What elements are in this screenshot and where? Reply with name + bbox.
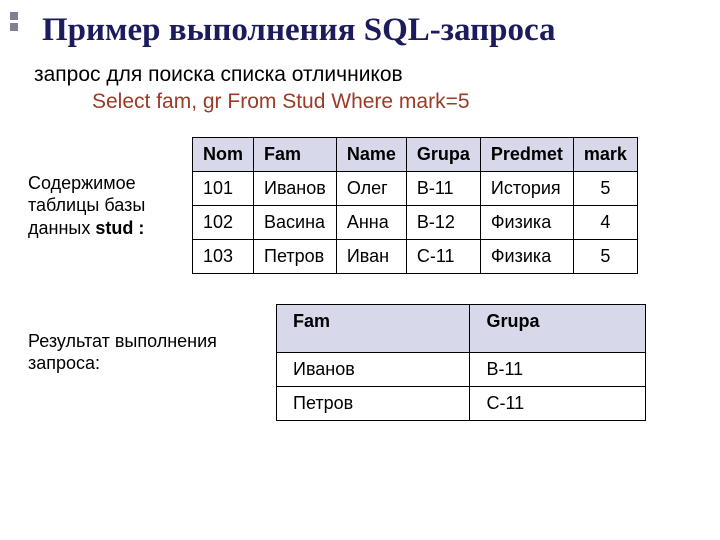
slide-title: Пример выполнения SQL-запроса [42,12,692,48]
source-block: Содержимое таблицы базы данных stud : No… [28,137,692,274]
col-fam: Fam [277,304,470,352]
table-row: 101 Иванов Олег В-11 История 5 [193,171,638,205]
table-row: Иванов В-11 [277,352,646,386]
sql-query: Select fam, gr From Stud Where mark=5 [92,89,692,115]
intro-block: запрос для поиска списка отличников Sele… [34,62,692,115]
table-header-row: Nom Fam Name Grupa Predmet mark [193,137,638,171]
source-label: Содержимое таблицы базы данных stud : [28,172,178,240]
slide: Пример выполнения SQL-запроса запрос для… [0,0,720,540]
col-name: Name [336,137,406,171]
table-row: 102 Васина Анна В-12 Физика 4 [193,205,638,239]
result-block: Результат выполнения запроса: Fam Grupa … [28,304,692,421]
col-predmet: Predmet [480,137,573,171]
col-grupa: Grupa [406,137,480,171]
decor-bullets [10,12,24,34]
result-table: Fam Grupa Иванов В-11 Петров С-11 [276,304,646,421]
result-label: Результат выполнения запроса: [28,330,248,375]
source-table: Nom Fam Name Grupa Predmet mark 101 Иван… [192,137,638,274]
col-nom: Nom [193,137,254,171]
col-mark: mark [573,137,637,171]
col-fam: Fam [254,137,337,171]
table-row: Петров С-11 [277,386,646,420]
table-row: 103 Петров Иван С-11 Физика 5 [193,239,638,273]
intro-text: запрос для поиска списка отличников [34,62,692,88]
table-header-row: Fam Grupa [277,304,646,352]
source-label-line2: stud : [95,218,144,238]
col-grupa: Grupa [470,304,646,352]
